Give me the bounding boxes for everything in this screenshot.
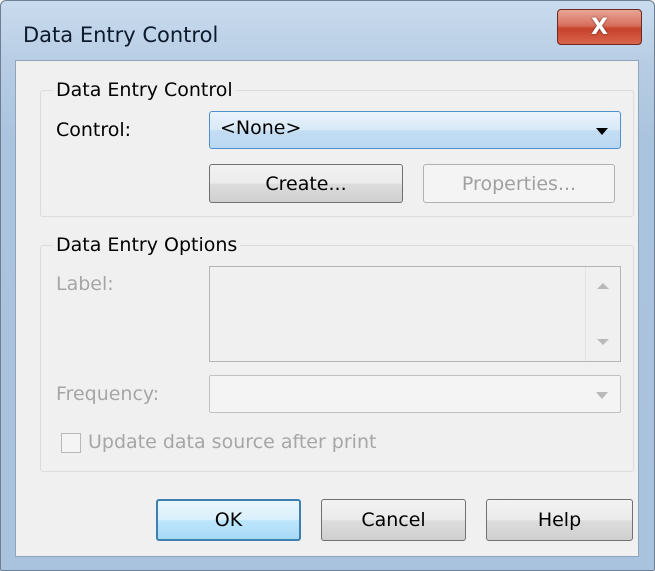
close-button[interactable]: X (557, 9, 642, 45)
label-textarea[interactable] (209, 266, 621, 362)
dialog-client-area: Data Entry Control Control: <None> Creat… (15, 60, 639, 557)
label-field-label: Label: (56, 273, 114, 295)
frequency-label: Frequency: (56, 383, 160, 405)
help-button[interactable]: Help (486, 499, 633, 541)
create-button[interactable]: Create... (209, 164, 403, 203)
update-data-source-label[interactable]: Update data source after print (88, 431, 376, 453)
control-dropdown[interactable]: <None> (209, 111, 621, 149)
ok-button[interactable]: OK (156, 499, 301, 541)
ok-button-label: OK (214, 509, 243, 531)
data-entry-options-group-title: Data Entry Options (53, 234, 241, 256)
title-bar[interactable]: Data Entry Control X (1, 1, 654, 61)
chevron-down-icon (596, 392, 608, 399)
help-button-label: Help (537, 509, 582, 531)
update-data-source-checkbox[interactable] (61, 433, 81, 453)
scroll-up-icon[interactable] (597, 283, 609, 289)
close-icon: X (591, 14, 608, 40)
properties-button-label: Properties... (461, 172, 577, 195)
scroll-down-icon[interactable] (597, 339, 609, 345)
create-button-label: Create... (265, 172, 347, 195)
cancel-button-label: Cancel (361, 509, 426, 531)
data-entry-control-group-title: Data Entry Control (53, 79, 236, 101)
properties-button[interactable]: Properties... (423, 164, 615, 203)
frequency-dropdown[interactable] (209, 375, 621, 413)
window-title: Data Entry Control (23, 23, 219, 47)
control-label: Control: (56, 119, 132, 141)
control-dropdown-value: <None> (220, 117, 302, 139)
label-scrollbar[interactable] (585, 267, 620, 361)
cancel-button[interactable]: Cancel (321, 499, 466, 541)
chevron-down-icon (596, 128, 608, 135)
